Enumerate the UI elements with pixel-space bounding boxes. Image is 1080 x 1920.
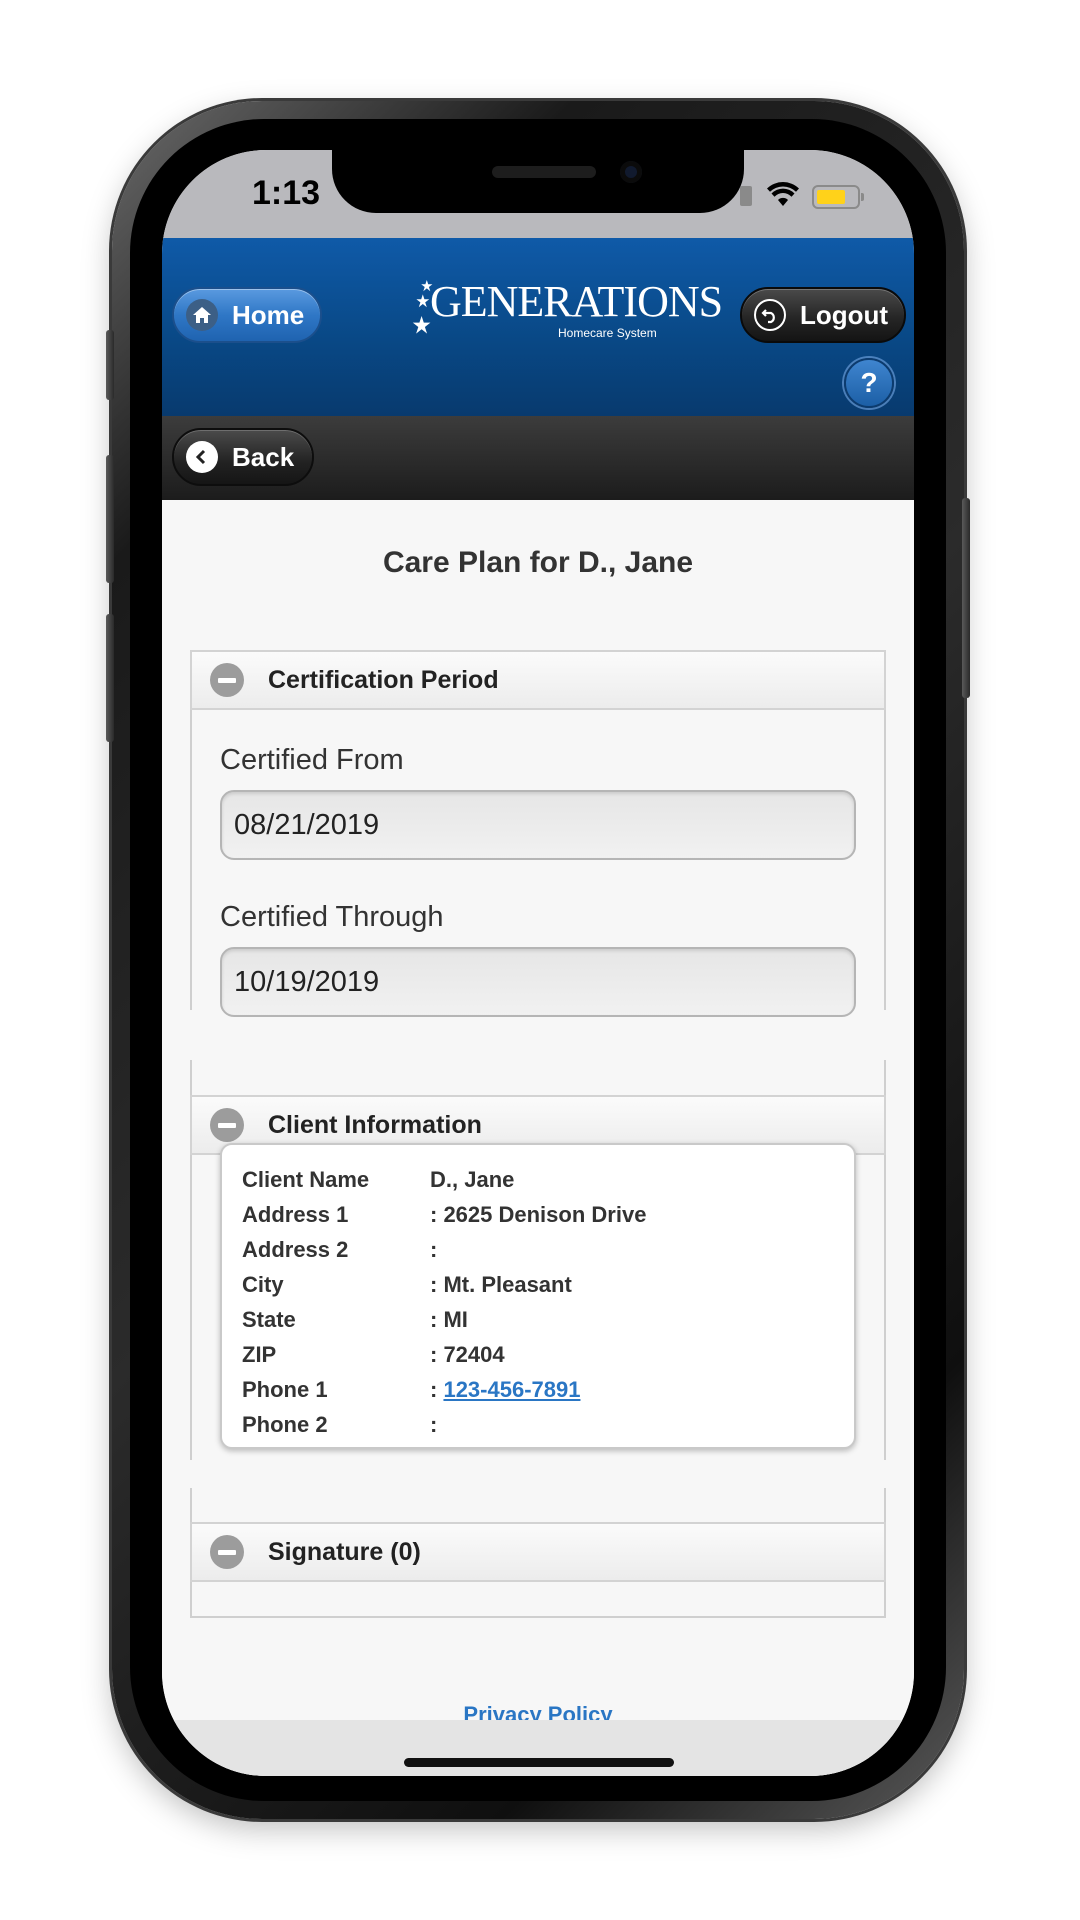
battery-icon	[812, 185, 864, 209]
info-value: D., Jane	[430, 1167, 515, 1192]
certified-through-label: Certified Through	[220, 901, 444, 933]
info-row-city: City : Mt. Pleasant	[242, 1272, 572, 1306]
logout-button-label: Logout	[800, 299, 889, 330]
home-icon	[186, 299, 218, 331]
certified-from-label: Certified From	[220, 744, 404, 776]
phone-1-link[interactable]: 123-456-7891	[443, 1377, 580, 1402]
certification-period-header[interactable]: Certification Period	[190, 650, 886, 710]
logout-button[interactable]: Logout	[740, 287, 906, 343]
info-row-client-name: Client Name D., Jane	[242, 1167, 514, 1201]
client-info-card: Client Name D., Jane Address 1 : 2625 De…	[220, 1143, 856, 1449]
home-button[interactable]: Home	[172, 287, 322, 343]
volume-down-button	[106, 614, 114, 742]
logo-wordmark: GENERATIONS	[430, 277, 723, 326]
info-value: :	[430, 1412, 438, 1437]
home-indicator-area	[162, 1720, 914, 1776]
info-row-phone-2: Phone 2 :	[242, 1412, 437, 1446]
volume-up-button	[106, 455, 114, 583]
status-time: 1:13	[252, 174, 321, 212]
certification-period-title: Certification Period	[268, 665, 499, 694]
navigation-bar: Back	[162, 416, 914, 500]
collapse-minus-icon	[210, 1108, 244, 1142]
logo-subtext: Homecare System	[558, 326, 657, 340]
page-content: Care Plan for D., Jane Certification Per…	[162, 500, 914, 1776]
info-label: Address 1	[242, 1202, 349, 1227]
info-row-address-1: Address 1 : 2625 Denison Drive	[242, 1202, 646, 1236]
help-button[interactable]: ?	[844, 358, 894, 408]
app-header: Home GENERATIONS Homecare System Logout …	[162, 238, 914, 416]
signature-header[interactable]: Signature (0)	[190, 1522, 886, 1582]
phone-1-prefix: :	[430, 1377, 444, 1402]
home-button-label: Home	[232, 299, 305, 330]
logout-icon	[754, 299, 786, 331]
back-button-label: Back	[232, 441, 295, 472]
generations-logo: GENERATIONS Homecare System	[410, 276, 723, 346]
page-title: Care Plan for D., Jane	[382, 546, 694, 579]
home-indicator[interactable]	[404, 1758, 674, 1767]
info-label: Phone 1	[242, 1377, 328, 1402]
info-value: : 72404	[430, 1342, 505, 1367]
front-camera	[620, 161, 642, 183]
collapse-minus-icon	[210, 1535, 244, 1569]
signal-icon	[740, 186, 752, 206]
info-label: City	[242, 1272, 284, 1297]
info-value: : 2625 Denison Drive	[430, 1202, 647, 1227]
info-label: Phone 2	[242, 1412, 328, 1437]
collapse-minus-icon	[210, 663, 244, 697]
info-row-zip: ZIP : 72404	[242, 1342, 505, 1376]
info-label: Client Name	[242, 1167, 370, 1192]
certified-through-field[interactable]	[220, 947, 856, 1017]
battery-level	[817, 190, 845, 204]
back-button[interactable]: Back	[172, 428, 314, 486]
camera-notch	[332, 150, 744, 213]
info-value: : Mt. Pleasant	[430, 1272, 572, 1297]
wifi-icon	[767, 182, 799, 206]
mute-switch	[106, 330, 114, 400]
info-value: :	[430, 1237, 438, 1262]
info-value: : 123-456-7891	[430, 1377, 580, 1411]
info-value: : MI	[430, 1307, 468, 1332]
client-information-title: Client Information	[268, 1110, 482, 1139]
signature-title: Signature (0)	[268, 1537, 421, 1566]
certified-from-field[interactable]	[220, 790, 856, 860]
phone-screen: 1:13 Home GENERATIONS Homecare System Lo…	[162, 150, 914, 1776]
power-button	[962, 498, 970, 698]
back-chevron-icon	[186, 441, 218, 473]
earpiece-speaker	[492, 166, 596, 178]
info-label: State	[242, 1307, 296, 1332]
info-row-state: State : MI	[242, 1307, 468, 1341]
battery-tip	[861, 193, 864, 201]
info-row-phone-1: Phone 1 : 123-456-7891	[242, 1377, 580, 1411]
info-row-address-2: Address 2 :	[242, 1237, 437, 1271]
help-icon: ?	[860, 367, 878, 398]
info-label: ZIP	[242, 1342, 277, 1367]
info-label: Address 2	[242, 1237, 349, 1262]
